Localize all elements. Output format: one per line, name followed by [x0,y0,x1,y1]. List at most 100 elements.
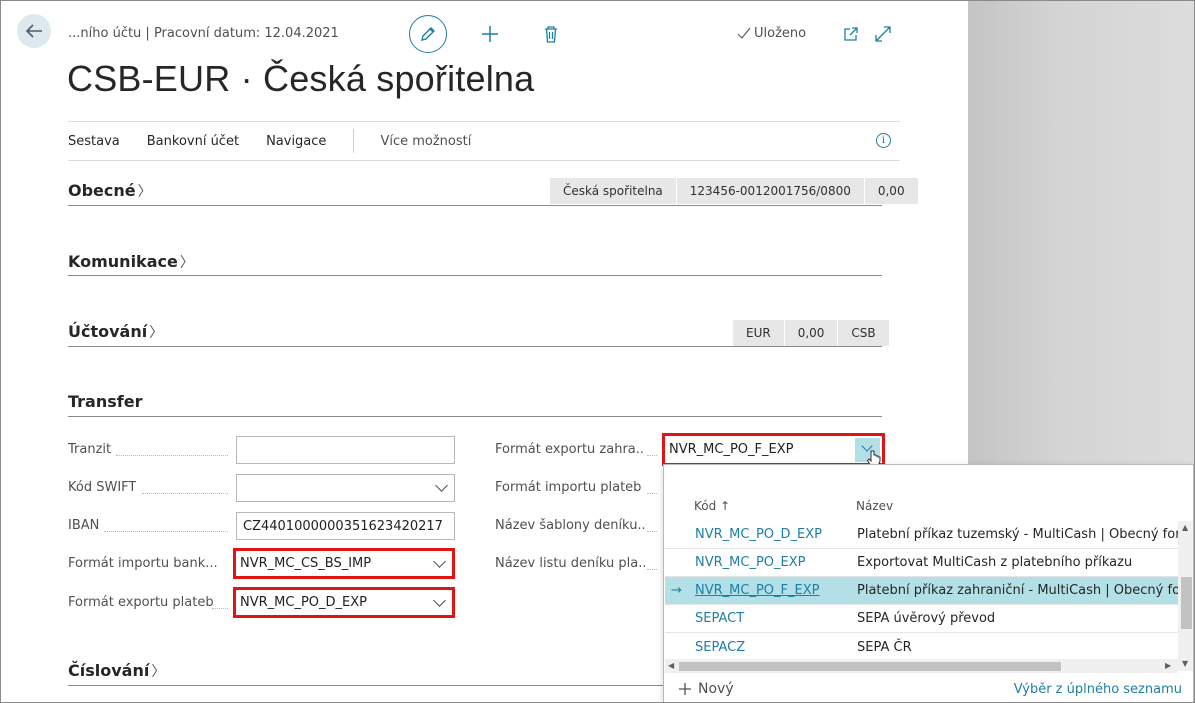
field-dots [116,455,228,456]
lookup-row-code[interactable]: NVR_MC_PO_EXP [695,555,805,570]
action-more-options[interactable]: Více možností [380,134,471,149]
field-label-payment-import-format: Formát importu plateb [495,480,642,495]
horizontal-scrollbar[interactable]: ◀ ▶ [665,659,1178,673]
field-label-bank-import-format: Formát importu bank... [68,556,218,571]
delete-button[interactable] [540,22,562,46]
section-posting-title[interactable]: Účtování 〉 [68,322,163,342]
iban-input[interactable]: CZ4401000000351623420217 [236,512,455,540]
scrollbar-thumb[interactable] [1181,577,1192,629]
scroll-down-icon[interactable]: ▼ [1182,659,1188,668]
lookup-row-code[interactable]: NVR_MC_PO_F_EXP [695,583,819,598]
saved-status: Uloženo [737,26,806,41]
breadcrumb: ...ního účtu | Pracovní datum: 12.04.202… [68,26,339,41]
section-posting: Účtování 〉 EUR 0,00 CSB [68,320,889,347]
lookup-col-name[interactable]: Název [856,499,893,513]
lookup-row[interactable]: NVR_MC_PO_EXP Exportovat MultiCash z pla… [665,549,1178,577]
lookup-dropdown: Kód ↑ Název NVR_MC_PO_D_EXP Platební pří… [663,464,1194,703]
lookup-row[interactable]: SEPACZ SEPA ČR [665,633,1178,661]
plus-icon [482,26,498,42]
check-icon [737,27,751,39]
field-label-iban: IBAN [68,518,100,533]
bank-import-format-select[interactable]: NVR_MC_CS_BS_IMP [233,548,455,579]
lookup-row-name: Exportovat MultiCash z platebního příkaz… [857,555,1133,570]
action-separator [353,129,355,153]
lookup-row-selected[interactable]: → NVR_MC_PO_F_EXP Platební příkaz zahran… [665,577,1193,605]
chevron-down-icon [435,479,448,492]
scrollbar-thumb[interactable] [679,662,1061,671]
field-label-swift: Kód SWIFT [68,480,137,495]
field-label-foreign-export-format: Formát exportu zahra... [495,442,645,457]
field-dots [104,531,228,532]
chevron-down-icon [433,593,446,607]
field-label-journal-batch: Název listu deníku pla... [495,556,645,571]
field-dots [647,531,657,532]
section-posting-summary: EUR 0,00 CSB [732,320,889,346]
back-button[interactable] [17,14,51,48]
bank-import-format-value: NVR_MC_CS_BS_IMP [240,556,372,571]
foreign-export-format-value: NVR_MC_PO_F_EXP [669,442,794,457]
field-dots [647,569,657,570]
section-general-title[interactable]: Obecné 〉 [68,181,152,201]
lookup-row-name: SEPA ČR [857,639,912,655]
chevron-down-icon [433,554,446,568]
new-button[interactable] [478,22,502,46]
section-general: Obecné 〉 Česká spořitelna 123456-00120017… [68,178,918,206]
foreign-export-format-select[interactable]: NVR_MC_PO_F_EXP [662,433,885,467]
lookup-row-name: Platební příkaz zahraniční - MultiCash |… [857,583,1194,598]
open-new-window-button[interactable] [841,24,861,44]
summary-account-no: 123456-0012001756/0800 [675,178,864,204]
scroll-up-icon[interactable]: ▲ [1182,523,1188,532]
page-title: CSB-EUR · Česká spořitelna [67,58,535,99]
vertical-scrollbar[interactable]: ▲ ▼ [1178,521,1193,671]
expand-icon [875,26,891,42]
sort-ascending-icon: ↑ [720,499,731,513]
payment-export-format-value: NVR_MC_PO_D_EXP [240,595,367,610]
info-icon[interactable]: i [876,133,891,148]
field-label-payment-export-format: Formát exportu plateb [68,595,214,610]
lookup-new-button[interactable]: Nový [678,681,734,697]
swift-code-select[interactable] [236,474,455,502]
expand-button[interactable] [873,24,893,44]
edit-button[interactable] [409,15,447,53]
trash-icon [545,25,557,43]
field-label-journal-template: Název šablony deníku... [495,518,645,533]
action-bank-account[interactable]: Bankovní účet [147,134,239,149]
action-navigate[interactable]: Navigace [266,134,326,149]
lookup-new-label: Nový [698,681,734,697]
scroll-right-icon[interactable]: ▶ [1165,661,1171,670]
arrow-right-icon: → [671,583,682,598]
summary-posting-group: CSB [837,320,889,346]
section-general-summary: Česká spořitelna 123456-0012001756/0800 … [549,178,918,204]
section-transfer: Transfer [68,390,882,417]
lookup-row[interactable]: NVR_MC_PO_D_EXP Platební příkaz tuzemský… [665,521,1193,549]
transit-input[interactable] [236,436,455,464]
scroll-left-icon[interactable]: ◀ [668,661,674,670]
lookup-col-code[interactable]: Kód ↑ [694,499,730,513]
summary-posting-balance: 0,00 [783,320,838,346]
lookup-row-code[interactable]: SEPACT [695,611,744,626]
lookup-row-name: SEPA úvěrový převod [857,611,996,626]
saved-label: Uloženo [754,26,807,41]
summary-currency: EUR [732,320,784,346]
action-bar: Sestava Bankovní účet Navigace Více možn… [68,121,900,161]
lookup-select-from-full-list[interactable]: Výběr z úplného seznamu [1014,682,1182,697]
field-dots [142,493,228,494]
section-transfer-title[interactable]: Transfer [68,392,142,411]
pencil-icon [421,27,435,41]
field-dots [647,455,657,456]
action-report[interactable]: Sestava [68,134,120,149]
section-communication-title[interactable]: Komunikace 〉 [68,252,194,272]
lookup-row-name: Platební příkaz tuzemský - MultiCash | O… [857,527,1194,542]
lookup-row-code[interactable]: NVR_MC_PO_D_EXP [695,527,822,542]
summary-bank-name: Česká spořitelna [549,178,676,204]
lookup-row[interactable]: SEPACT SEPA úvěrový převod [665,605,1178,633]
section-communication: Komunikace 〉 [68,250,882,276]
lookup-row-code[interactable]: SEPACZ [695,640,745,655]
payment-export-format-select[interactable]: NVR_MC_PO_D_EXP [233,587,455,618]
section-numbering-title[interactable]: Číslování 〉 [68,661,165,681]
open-new-window-icon [844,27,858,41]
field-dots [647,493,657,494]
field-label-transit: Tranzit [68,442,112,457]
summary-balance: 0,00 [863,178,918,204]
arrow-left-icon [25,24,42,38]
